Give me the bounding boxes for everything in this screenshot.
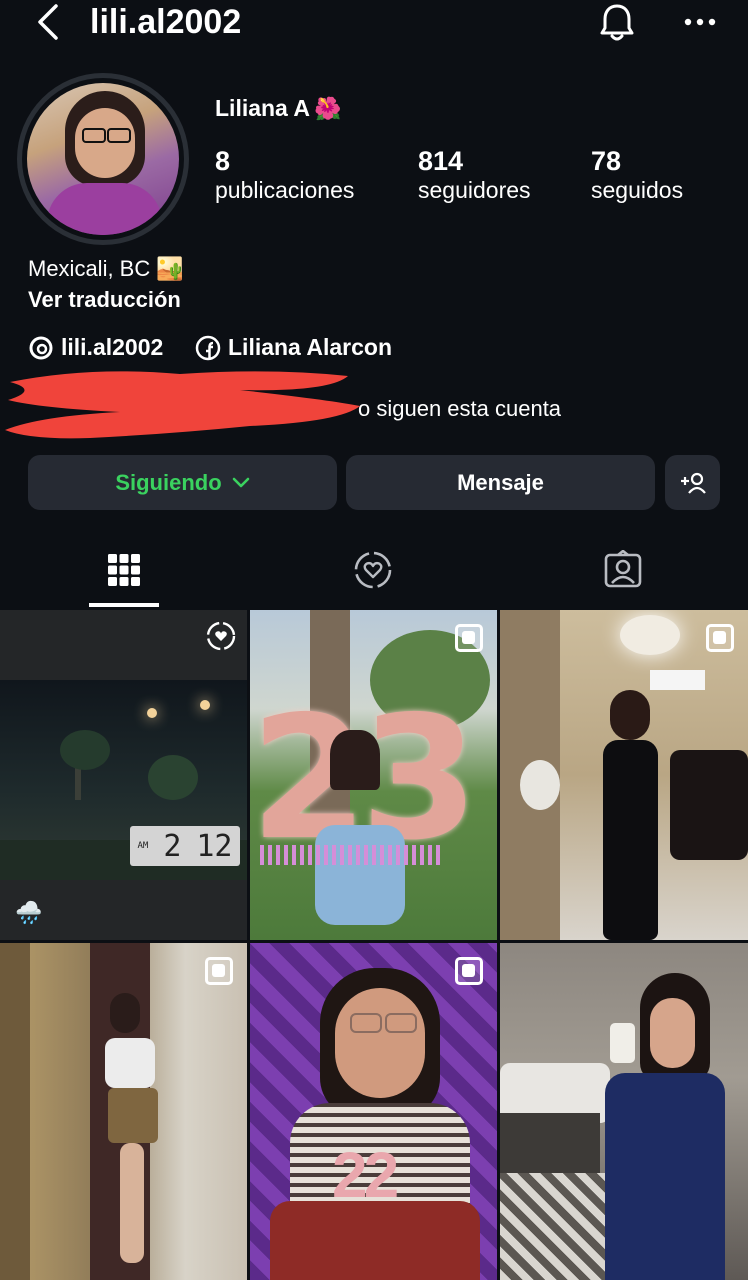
profile-display-name: Liliana A 🌺 <box>215 95 342 121</box>
stat-followers-value: 814 <box>418 146 464 176</box>
chevron-left-icon <box>38 4 58 40</box>
post-thumbnail-5[interactable]: 22 <box>250 943 497 1280</box>
suggest-people-button[interactable] <box>665 455 720 510</box>
message-button[interactable]: Mensaje <box>346 455 655 510</box>
stat-posts-value: 8 <box>215 146 231 176</box>
post-thumbnail-6[interactable] <box>500 943 748 1280</box>
threads-handle: lili.al2002 <box>61 334 164 360</box>
following-button[interactable]: Siguiendo <box>28 455 337 510</box>
reposted-icon <box>206 621 236 651</box>
stat-following[interactable]: 78 seguidos <box>591 146 683 204</box>
multi-photo-icon <box>706 624 734 652</box>
tab-reposts[interactable] <box>338 545 408 595</box>
threads-link[interactable]: lili.al2002 <box>28 334 163 361</box>
facebook-icon <box>195 335 221 360</box>
back-button[interactable] <box>28 0 68 44</box>
avatar-photo <box>27 83 179 235</box>
message-label: Mensaje <box>457 469 544 495</box>
threads-icon <box>29 336 53 359</box>
weather-emoji: 🌧️ <box>15 900 43 925</box>
more-horizontal-icon <box>684 18 716 26</box>
stat-posts-label: publicaciones <box>215 177 355 203</box>
tab-grid[interactable] <box>89 545 159 595</box>
stat-followers-label: seguidores <box>418 177 531 203</box>
post-thumbnail-4[interactable] <box>0 943 247 1280</box>
person-tag-icon <box>604 550 642 588</box>
multi-photo-icon <box>455 957 483 985</box>
grid-icon <box>108 554 140 586</box>
hibiscus-emoji: 🌺 <box>314 96 342 121</box>
stat-posts[interactable]: 8 publicaciones <box>215 146 354 204</box>
stat-following-label: seguidos <box>591 177 684 203</box>
post-thumbnail-1[interactable]: AM 2 12 🌧️ <box>0 610 247 940</box>
notifications-button[interactable] <box>595 0 639 44</box>
more-options-button[interactable] <box>680 2 720 42</box>
heart-circle-icon <box>354 551 392 589</box>
facebook-link[interactable]: Liliana Alarcon <box>195 334 392 361</box>
following-label: Siguiendo <box>115 469 222 495</box>
redaction-scribble <box>0 360 370 446</box>
clock-sticker: AM 2 12 <box>130 826 240 866</box>
see-translation-link[interactable]: Ver traducción <box>28 287 181 313</box>
stat-following-value: 78 <box>591 146 622 176</box>
profile-username-title: lili.al2002 <box>90 3 242 41</box>
active-tab-indicator <box>89 603 159 607</box>
multi-photo-icon <box>455 624 483 652</box>
multi-photo-icon <box>205 957 233 985</box>
profile-avatar[interactable] <box>17 73 189 245</box>
bio-location: Mexicali, BC 🏜️ <box>28 256 184 281</box>
facebook-name: Liliana Alarcon <box>228 334 393 360</box>
chevron-down-icon <box>232 477 249 487</box>
followed-by-text[interactable]: o siguen esta cuenta <box>358 396 561 422</box>
stat-followers[interactable]: 814 seguidores <box>418 146 531 204</box>
bell-icon <box>600 4 634 41</box>
post-thumbnail-3[interactable] <box>500 610 748 940</box>
post-thumbnail-2[interactable]: 23 <box>250 610 497 940</box>
desert-emoji: 🏜️ <box>156 256 184 281</box>
tab-tagged[interactable] <box>588 545 658 595</box>
add-person-icon <box>680 472 706 494</box>
